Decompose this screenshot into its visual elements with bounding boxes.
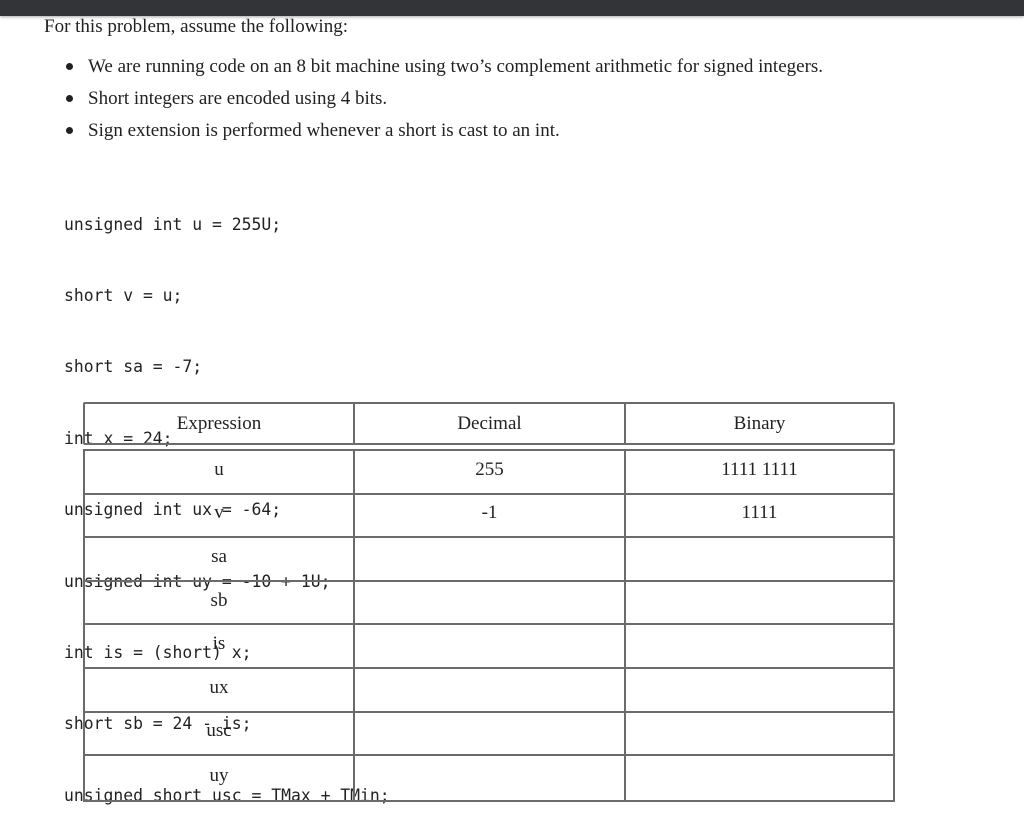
binary-cell[interactable] bbox=[626, 582, 893, 624]
binary-cell[interactable]: 1111 bbox=[626, 495, 893, 537]
assumption-item: Sign extension is performed whenever a s… bbox=[64, 118, 823, 150]
problem-intro: For this problem, assume the following: bbox=[44, 16, 348, 37]
binary-cell[interactable]: 1111 1111 bbox=[626, 451, 893, 493]
binary-cell[interactable] bbox=[626, 538, 893, 580]
table-row: usc bbox=[83, 712, 895, 757]
expression-cell: is bbox=[85, 625, 355, 667]
assumption-text: Sign extension is performed whenever a s… bbox=[88, 120, 560, 141]
header-expression: Expression bbox=[85, 404, 355, 443]
table-row: sb bbox=[83, 581, 895, 626]
expression-cell: v bbox=[85, 494, 355, 537]
decimal-cell[interactable]: -1 bbox=[355, 494, 626, 537]
code-line: short v = u; bbox=[64, 285, 183, 305]
assumption-item: Short integers are encoded using 4 bits. bbox=[64, 86, 823, 118]
expression-cell: u bbox=[85, 451, 355, 493]
binary-cell[interactable] bbox=[626, 625, 893, 667]
binary-cell[interactable] bbox=[626, 669, 893, 711]
table-body: u 255 1111 1111 v -1 1111 sa sb is ux us… bbox=[83, 449, 895, 802]
assumption-item: We are running code on an 8 bit machine … bbox=[64, 54, 823, 86]
decimal-cell[interactable] bbox=[355, 668, 626, 711]
assumptions-list: We are running code on an 8 bit machine … bbox=[64, 54, 823, 150]
answer-table: Expression Decimal Binary u 255 1111 111… bbox=[83, 402, 895, 802]
binary-cell[interactable] bbox=[626, 713, 893, 755]
code-line: short sa = -7; bbox=[64, 357, 203, 377]
viewer-top-bar bbox=[0, 0, 1024, 16]
bullet-icon bbox=[66, 95, 73, 102]
header-decimal: Decimal bbox=[355, 404, 626, 443]
decimal-cell[interactable]: 255 bbox=[355, 451, 626, 493]
decimal-cell[interactable] bbox=[355, 756, 626, 800]
decimal-cell[interactable] bbox=[355, 625, 626, 667]
decimal-cell[interactable] bbox=[355, 581, 626, 624]
expression-cell: uy bbox=[85, 756, 355, 800]
code-line: unsigned int u = 255U; bbox=[64, 214, 282, 234]
table-row: v -1 1111 bbox=[83, 494, 895, 539]
expression-cell: usc bbox=[85, 712, 355, 755]
table-row: uy bbox=[83, 756, 895, 800]
table-row: u 255 1111 1111 bbox=[83, 451, 895, 495]
bullet-icon bbox=[66, 63, 73, 70]
header-binary: Binary bbox=[733, 412, 786, 434]
assumption-text: Short integers are encoded using 4 bits. bbox=[88, 88, 388, 109]
decimal-cell[interactable] bbox=[355, 712, 626, 755]
expression-cell: sa bbox=[85, 538, 355, 580]
expression-cell: sb bbox=[85, 581, 355, 624]
assumption-text: We are running code on an 8 bit machine … bbox=[88, 56, 824, 77]
table-header-row: Expression Decimal Binary bbox=[83, 402, 895, 445]
expression-cell: ux bbox=[85, 668, 355, 711]
table-row: is bbox=[83, 625, 895, 669]
table-row: ux bbox=[83, 668, 895, 713]
binary-cell[interactable] bbox=[626, 756, 893, 800]
decimal-cell[interactable] bbox=[355, 538, 626, 580]
table-row: sa bbox=[83, 538, 895, 582]
bullet-icon bbox=[66, 127, 73, 134]
